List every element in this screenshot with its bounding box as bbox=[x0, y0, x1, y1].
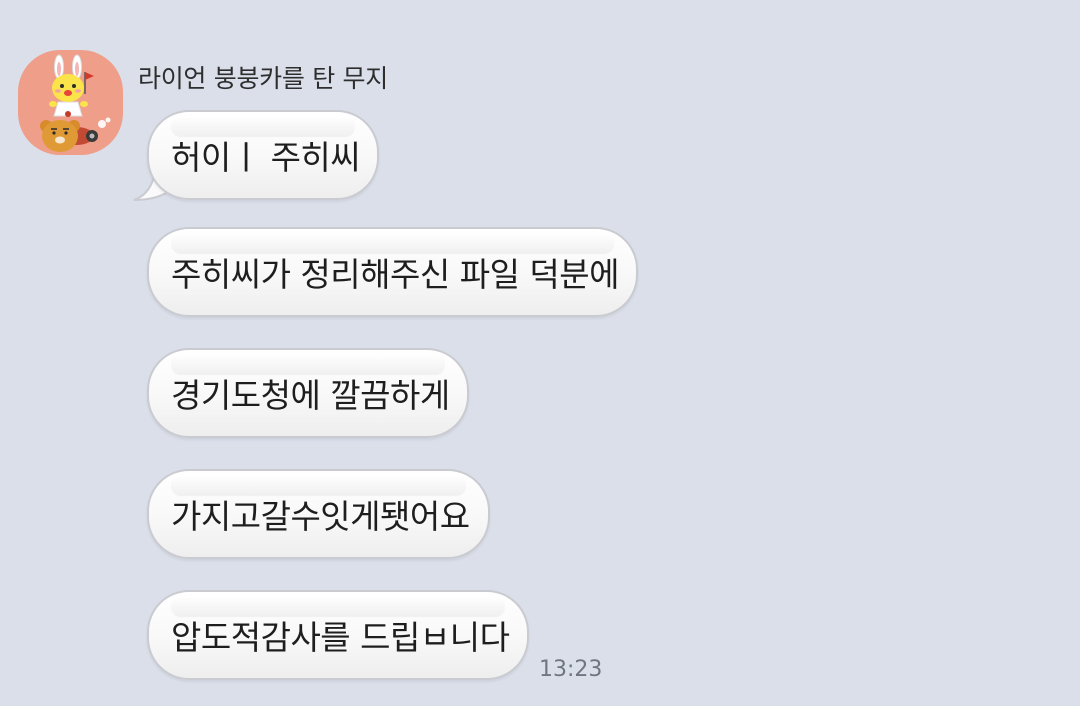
message-text: 경기도청에 깔끔하게 bbox=[171, 376, 450, 415]
chat-area: 라이언 붕붕카를 탄 무지 허이ㅣ 주히씨 주히씨가 정리해주신 파일 덕분에 … bbox=[0, 0, 1080, 706]
sender-avatar[interactable] bbox=[18, 50, 123, 155]
muzi-riding-ryan-car-icon bbox=[40, 54, 111, 152]
message-bubble[interactable]: 가지고갈수잇게됏어요 bbox=[147, 469, 490, 559]
message-bubble[interactable]: 주히씨가 정리해주신 파일 덕분에 bbox=[147, 227, 638, 317]
message-text: 허이ㅣ 주히씨 bbox=[171, 138, 361, 177]
message-bubble[interactable]: 허이ㅣ 주히씨 bbox=[147, 110, 379, 200]
message-timestamp: 13:23 bbox=[539, 657, 603, 682]
message-text: 주히씨가 정리해주신 파일 덕분에 bbox=[171, 255, 620, 294]
bubble-gloss bbox=[171, 354, 445, 374]
message-bubble[interactable]: 압도적감사를 드립ㅂ니다 bbox=[147, 590, 529, 680]
sender-name: 라이언 붕붕카를 탄 무지 bbox=[138, 64, 388, 93]
message-text: 압도적감사를 드립ㅂ니다 bbox=[171, 618, 510, 657]
bubble-gloss bbox=[171, 475, 466, 495]
bubble-gloss bbox=[171, 116, 355, 136]
message-bubble[interactable]: 경기도청에 깔끔하게 bbox=[147, 348, 469, 438]
bubble-gloss bbox=[171, 596, 505, 616]
bubble-gloss bbox=[171, 233, 614, 253]
message-text: 가지고갈수잇게됏어요 bbox=[171, 497, 470, 536]
